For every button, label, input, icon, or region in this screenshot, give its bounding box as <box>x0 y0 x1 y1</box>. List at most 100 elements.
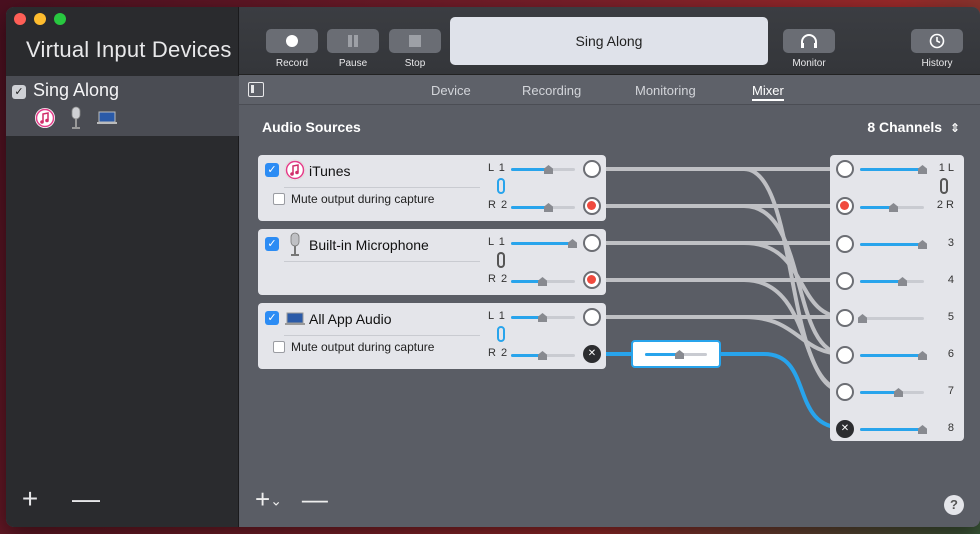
channel-label-5: 5 <box>947 311 954 323</box>
link-channels-icon[interactable] <box>497 178 505 194</box>
channel-slider-8[interactable] <box>860 425 927 434</box>
headphones-icon <box>801 34 817 48</box>
help-button[interactable]: ? <box>944 495 964 515</box>
channel-slider-6[interactable] <box>860 351 927 360</box>
channel-right-label: R 2 <box>488 347 509 359</box>
toolbar: Record Pause Stop Sing Along Monitor His… <box>239 7 980 75</box>
tab-monitoring[interactable]: Monitoring <box>635 83 696 98</box>
sidebar-toggle-icon[interactable] <box>248 82 264 97</box>
disconnect-port-icon[interactable]: ✕ <box>583 345 601 363</box>
channel-slider-7[interactable] <box>860 388 924 397</box>
link-channels-icon[interactable] <box>497 252 505 268</box>
output-port-right[interactable] <box>583 271 601 289</box>
monitor-button[interactable]: Monitor <box>783 29 835 69</box>
volume-slider-left[interactable] <box>511 239 577 248</box>
channel-right-label: R 2 <box>488 199 509 211</box>
add-source-button[interactable]: +⌄ <box>255 484 282 515</box>
sidebar-item-sing-along[interactable]: ✓ Sing Along <box>6 76 239 136</box>
source-enabled-checkbox[interactable]: ✓ <box>265 163 279 177</box>
clock-icon <box>929 33 945 49</box>
effect-volume-slider[interactable] <box>645 350 707 359</box>
channels-selector[interactable]: 8 Channels ⇕ <box>867 119 960 135</box>
source-card-built-in-microphone: ✓ Built-in Microphone L 1 R 2 <box>258 229 606 295</box>
input-port-1[interactable] <box>836 160 854 178</box>
channel-label-8: 8 <box>947 422 954 434</box>
microphone-icon <box>71 106 81 129</box>
volume-slider-right[interactable] <box>511 351 575 360</box>
tab-recording[interactable]: Recording <box>522 83 581 98</box>
channel-slider-4[interactable] <box>860 277 924 286</box>
tab-mixer[interactable]: Mixer <box>752 83 784 101</box>
channel-label-2: 2 R <box>936 199 954 211</box>
chevron-down-icon: ⌄ <box>270 492 282 509</box>
source-name: Built-in Microphone <box>309 237 429 253</box>
input-port-3[interactable] <box>836 235 854 253</box>
source-name: All App Audio <box>309 311 392 327</box>
gain-effect-box[interactable] <box>631 340 721 368</box>
itunes-icon <box>284 159 306 181</box>
volume-slider-right[interactable] <box>511 203 575 212</box>
sidebar-item-label: Sing Along <box>33 80 120 100</box>
channel-slider-3[interactable] <box>860 240 927 249</box>
remove-source-button[interactable]: — <box>302 484 328 515</box>
input-port-2[interactable] <box>836 197 854 215</box>
itunes-icon <box>35 108 55 128</box>
channel-slider-1[interactable] <box>860 165 927 174</box>
record-button[interactable]: Record <box>266 29 318 69</box>
channels-label: 8 Channels <box>867 119 943 135</box>
volume-slider-left[interactable] <box>511 165 575 174</box>
channel-left-label: L 1 <box>488 162 506 174</box>
close-window-button[interactable] <box>14 13 26 25</box>
mute-output-checkbox[interactable] <box>273 193 285 205</box>
source-enabled-checkbox[interactable]: ✓ <box>265 237 279 251</box>
record-icon <box>286 35 298 47</box>
source-enabled-checkbox[interactable]: ✓ <box>265 311 279 325</box>
window-controls <box>14 13 66 25</box>
volume-slider-right[interactable] <box>511 277 575 286</box>
zoom-window-button[interactable] <box>54 13 66 25</box>
mixer-footer: +⌄ — <box>255 484 328 515</box>
mixer-panel: Audio Sources 8 Channels ⇕ ✓ iTunes Mute… <box>239 105 980 527</box>
stop-button[interactable]: Stop <box>389 29 441 69</box>
tab-device[interactable]: Device <box>431 83 471 98</box>
source-card-itunes: ✓ iTunes Mute output during capture L 1 … <box>258 155 606 221</box>
output-port-left[interactable] <box>583 234 601 252</box>
chevron-updown-icon: ⇕ <box>949 121 960 135</box>
output-port-left[interactable] <box>583 308 601 326</box>
pause-button[interactable]: Pause <box>327 29 379 69</box>
output-port-left[interactable] <box>583 160 601 178</box>
output-port-right[interactable] <box>583 197 601 215</box>
link-channels-icon[interactable] <box>940 178 948 194</box>
sidebar-title: Virtual Input Devices <box>26 37 232 62</box>
sidebar-footer: + — <box>18 483 100 515</box>
source-card-all-app-audio: ✓ All App Audio Mute output during captu… <box>258 303 606 369</box>
device-enabled-checkbox[interactable]: ✓ <box>12 85 26 99</box>
input-port-7[interactable] <box>836 383 854 401</box>
input-port-5[interactable] <box>836 309 854 327</box>
laptop-icon <box>97 111 117 124</box>
device-source-icons <box>34 106 118 130</box>
mute-output-checkbox[interactable] <box>273 341 285 353</box>
channel-label-6: 6 <box>947 348 954 360</box>
add-device-button[interactable]: + <box>18 483 42 515</box>
pause-icon <box>348 35 358 47</box>
source-name: iTunes <box>309 163 351 179</box>
channel-left-label: L 1 <box>488 236 506 248</box>
disconnect-port-icon[interactable]: ✕ <box>836 420 854 438</box>
link-channels-icon[interactable] <box>497 326 505 342</box>
laptop-icon <box>285 312 305 325</box>
remove-device-button[interactable]: — <box>72 483 100 515</box>
microphone-icon <box>290 232 300 256</box>
mute-output-label: Mute output during capture <box>291 340 435 354</box>
channel-slider-5[interactable] <box>858 314 924 323</box>
history-button[interactable]: History <box>911 29 963 69</box>
app-window: Virtual Input Devices ✓ Sing Along + — R… <box>6 7 980 527</box>
channel-slider-2[interactable] <box>860 203 924 212</box>
audio-sources-title: Audio Sources <box>262 119 361 135</box>
volume-slider-left[interactable] <box>511 313 575 322</box>
channel-label-3: 3 <box>947 237 954 249</box>
mute-output-label: Mute output during capture <box>291 192 435 206</box>
minimize-window-button[interactable] <box>34 13 46 25</box>
input-port-6[interactable] <box>836 346 854 364</box>
input-port-4[interactable] <box>836 272 854 290</box>
